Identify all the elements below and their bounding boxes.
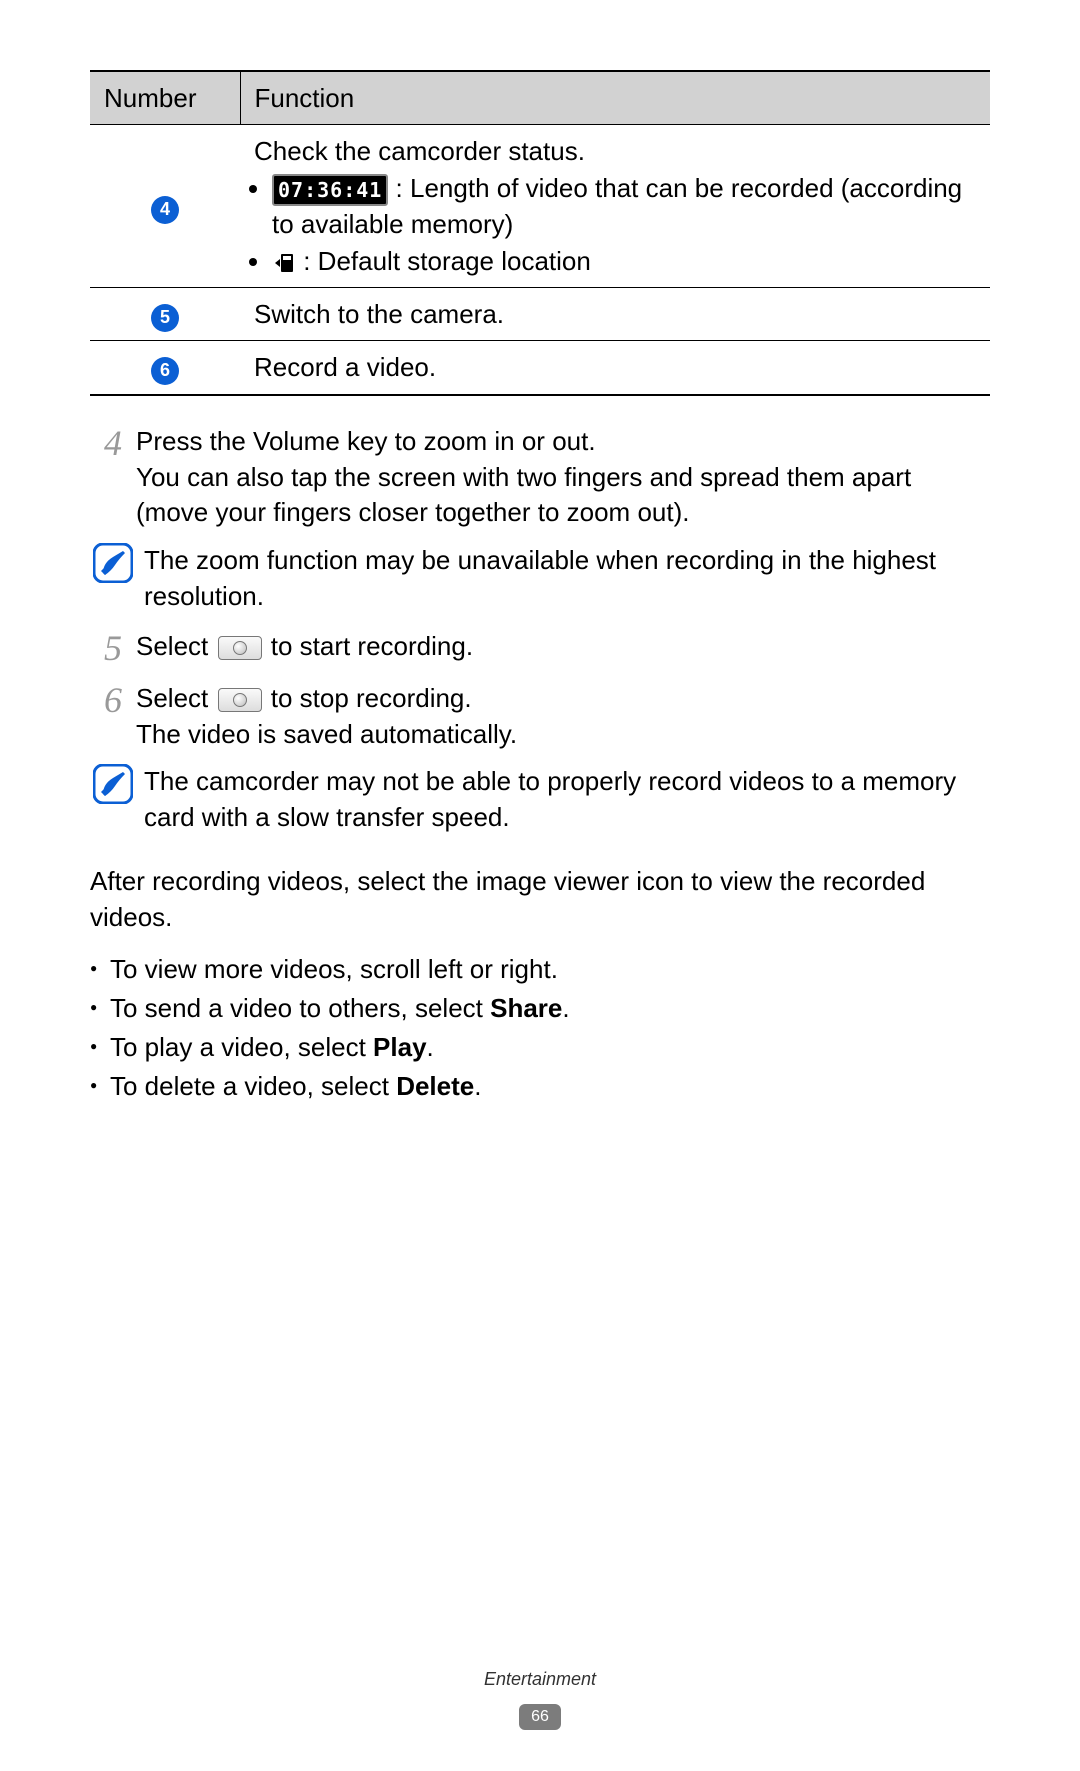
row6-text: Record a video. [240, 341, 990, 395]
col-function: Function [240, 71, 990, 125]
row4-intro: Check the camcorder status. [254, 133, 976, 169]
step-5: 5 Select to start recording. [90, 629, 990, 669]
after-recording-para: After recording videos, select the image… [90, 864, 990, 936]
step6-post: to stop recording. [264, 683, 472, 713]
badge-4: 4 [151, 196, 179, 224]
list-item: To send a video to others, select Share. [90, 989, 990, 1028]
storage-icon [272, 251, 296, 275]
table-row: 6 Record a video. [90, 341, 990, 395]
row4-bullet2: : Default storage location [272, 243, 976, 279]
footer-section: Entertainment [0, 1667, 1080, 1692]
step-num-4: 4 [90, 424, 136, 532]
record-start-icon [218, 636, 262, 660]
row4-bullet1: 07:36:41 : Length of video that can be r… [272, 170, 976, 243]
step-4: 4 Press the Volume key to zoom in or out… [90, 424, 990, 532]
note2-text: The camcorder may not be able to properl… [136, 764, 990, 836]
row5-text: Switch to the camera. [240, 287, 990, 340]
badge-6: 6 [151, 357, 179, 385]
action-list: To view more videos, scroll left or righ… [90, 950, 990, 1106]
list-item: To play a video, select Play. [90, 1028, 990, 1067]
step6-line2: The video is saved automatically. [136, 717, 990, 753]
step-6: 6 Select to stop recording. The video is… [90, 681, 990, 753]
step5-post: to start recording. [264, 631, 474, 661]
col-number: Number [90, 71, 240, 125]
step4-line1: Press the Volume key to zoom in or out. [136, 424, 990, 460]
step5-pre: Select [136, 631, 216, 661]
step-num-5: 5 [90, 629, 136, 669]
note-icon [90, 543, 136, 615]
note-icon [90, 764, 136, 836]
step4-line2: You can also tap the screen with two fin… [136, 460, 990, 532]
footer-page: 66 [519, 1704, 561, 1730]
table-row: 5 Switch to the camera. [90, 287, 990, 340]
record-stop-icon [218, 688, 262, 712]
step-num-6: 6 [90, 681, 136, 753]
note-2: The camcorder may not be able to properl… [90, 764, 990, 836]
page-footer: Entertainment 66 [0, 1667, 1080, 1731]
list-item: To delete a video, select Delete. [90, 1067, 990, 1106]
function-table: Number Function 4 Check the camcorder st… [90, 70, 990, 396]
table-row: 4 Check the camcorder status. 07:36:41 :… [90, 125, 990, 288]
note-1: The zoom function may be unavailable whe… [90, 543, 990, 615]
note1-text: The zoom function may be unavailable whe… [136, 543, 990, 615]
badge-5: 5 [151, 304, 179, 332]
step6-pre: Select [136, 683, 216, 713]
time-badge: 07:36:41 [272, 174, 388, 206]
list-item: To view more videos, scroll left or righ… [90, 950, 990, 989]
